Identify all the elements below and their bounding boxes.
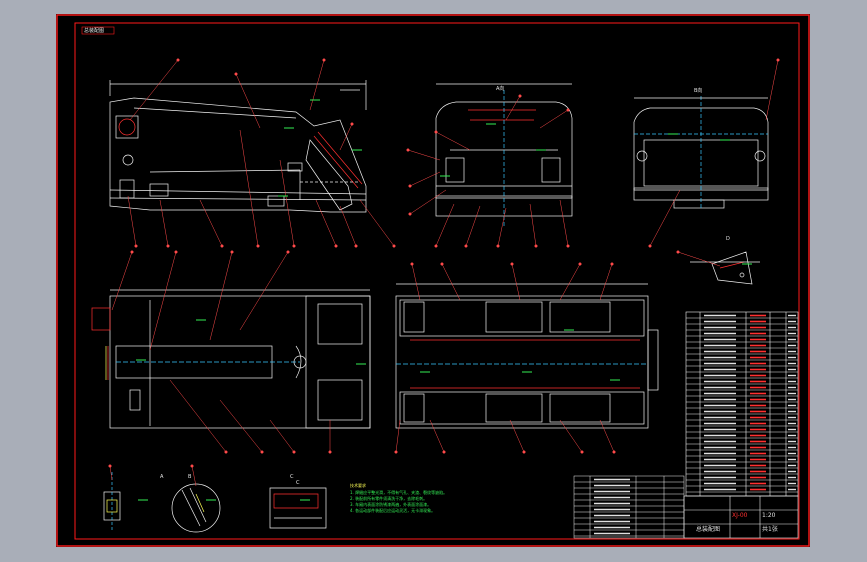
part-balloon <box>566 244 570 248</box>
drawing-scale: 1:20 <box>762 512 776 519</box>
part-balloon <box>130 250 134 254</box>
part-balloon <box>286 250 290 254</box>
part-balloon <box>510 262 514 266</box>
part-balloon <box>522 450 526 454</box>
part-balloon <box>612 450 616 454</box>
corner-tag: 总装配图 <box>84 28 105 34</box>
tech-note-4: 4. 各运动部件装配后应运动灵活，无卡滞现象。 <box>350 508 436 513</box>
detail-label-c: C <box>290 474 294 480</box>
part-balloon <box>174 250 178 254</box>
part-balloon <box>434 130 438 134</box>
drawing-name: 总装配图 <box>696 526 721 533</box>
tech-note-3: 3. 车厢内表面涂防锈漆两遍，外表面涂面漆。 <box>350 502 432 507</box>
part-balloon <box>440 262 444 266</box>
part-balloon <box>260 450 264 454</box>
part-balloon <box>442 450 446 454</box>
part-balloon <box>322 58 326 62</box>
part-balloon <box>434 244 438 248</box>
part-balloon <box>134 244 138 248</box>
part-balloon <box>224 450 228 454</box>
part-balloon <box>234 72 238 76</box>
part-balloon <box>464 244 468 248</box>
part-balloon <box>166 244 170 248</box>
detail-label-d: D <box>726 236 730 242</box>
part-balloon <box>580 450 584 454</box>
detail-label-a: A <box>160 474 164 480</box>
part-balloon <box>578 262 582 266</box>
part-balloon <box>292 450 296 454</box>
part-balloon <box>190 464 194 468</box>
part-balloon <box>408 212 412 216</box>
part-balloon <box>776 58 780 62</box>
sheet-count: 共1张 <box>762 526 778 533</box>
part-balloon <box>392 244 396 248</box>
drawing-number: XJ-00 <box>732 512 748 519</box>
part-balloon <box>350 122 354 126</box>
part-balloon <box>220 244 224 248</box>
part-balloon <box>648 244 652 248</box>
part-balloon <box>610 262 614 266</box>
part-balloon <box>334 244 338 248</box>
part-balloon <box>328 450 332 454</box>
part-balloon <box>410 262 414 266</box>
tech-note-1: 1. 焊缝应平整光滑，不得有气孔、夹渣、裂纹等缺陷。 <box>350 490 448 495</box>
part-balloon <box>292 244 296 248</box>
part-balloon <box>176 58 180 62</box>
part-balloon <box>230 250 234 254</box>
part-balloon <box>354 244 358 248</box>
part-balloon <box>406 148 410 152</box>
view-label-c: C <box>296 480 300 486</box>
part-balloon <box>394 450 398 454</box>
part-balloon <box>566 108 570 112</box>
view-label-front: B向 <box>694 88 703 94</box>
part-balloon <box>408 184 412 188</box>
detail-label-b: B <box>188 474 192 480</box>
part-balloon <box>518 94 522 98</box>
view-label-rear: A向 <box>496 86 505 92</box>
part-balloon <box>676 250 680 254</box>
tech-note-2: 2. 装配前所有零件须清洗干净，去除毛刺。 <box>350 496 428 501</box>
part-balloon <box>108 464 112 468</box>
part-balloon <box>534 244 538 248</box>
part-balloon <box>256 244 260 248</box>
part-balloon <box>496 244 500 248</box>
tech-notes-title: 技术要求 <box>350 483 366 488</box>
cad-drawing-canvas[interactable] <box>0 0 867 562</box>
